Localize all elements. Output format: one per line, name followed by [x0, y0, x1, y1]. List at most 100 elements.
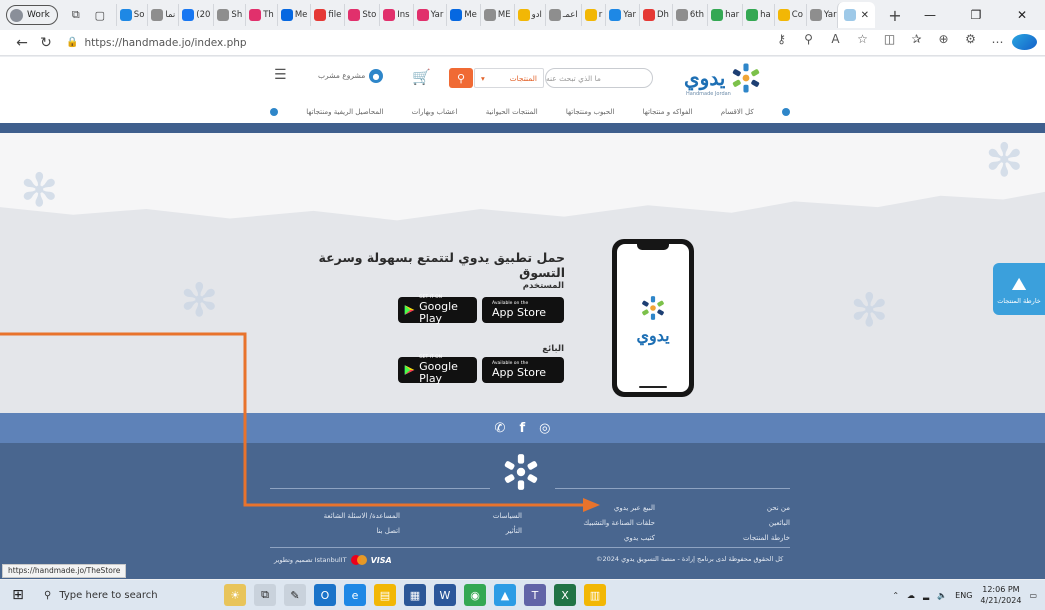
browser-tab[interactable]: har: [707, 4, 742, 26]
browser-tab[interactable]: Sh: [213, 4, 245, 26]
search-button[interactable]: ⚲: [449, 68, 473, 88]
tab-actions-icon[interactable]: ▢: [92, 9, 108, 22]
cloud-icon[interactable]: ☁: [907, 591, 915, 600]
footer-link[interactable]: السياسات: [460, 509, 522, 524]
nav-item[interactable]: الحبوب ومنتجاتها: [566, 108, 614, 116]
close-tab-icon[interactable]: ✕: [861, 10, 869, 21]
footer-link[interactable]: اتصل بنا: [290, 524, 400, 539]
footer-link[interactable]: حلقات الصناعة والتشبيك: [555, 516, 655, 531]
workspaces-icon[interactable]: ⧉: [68, 8, 84, 22]
nav-item[interactable]: الفواكه و منتجاتها: [643, 108, 693, 116]
browser-tab[interactable]: ha: [742, 4, 774, 26]
browser-tab[interactable]: (20: [178, 4, 213, 26]
favorites-icon[interactable]: ✰: [904, 32, 929, 53]
browser-tab[interactable]: Co: [773, 4, 806, 26]
key-icon[interactable]: ⚷: [769, 32, 794, 53]
seller-google-play-button[interactable]: GET IT ON Google Play: [398, 355, 477, 385]
clock[interactable]: 12:06 PM 4/21/2024: [980, 584, 1021, 606]
seller-app-store-button[interactable]: Available on the App Store: [482, 357, 564, 383]
word-icon[interactable]: W: [434, 584, 456, 606]
user-icon[interactable]: ●: [369, 69, 383, 83]
browser-tab[interactable]: Ins: [379, 4, 412, 26]
task-view-icon[interactable]: ⧉: [254, 584, 276, 606]
file-explorer-icon[interactable]: ▤: [374, 584, 396, 606]
instagram-icon[interactable]: ◎: [539, 421, 550, 436]
footer-link[interactable]: خارطة المنتجات: [700, 531, 790, 546]
cart-icon[interactable]: 🛒: [412, 68, 431, 86]
favorite-star-icon[interactable]: ☆: [850, 32, 875, 53]
taskbar-search[interactable]: ⚲ Type here to search: [44, 581, 194, 609]
browser-tab[interactable]: Yar: [805, 4, 837, 26]
profile-button[interactable]: Work: [6, 5, 58, 25]
product-map-tab[interactable]: ⛰ خارطة المنتجات: [993, 263, 1045, 315]
browser-tab[interactable]: file: [310, 4, 344, 26]
search-input[interactable]: ما الذي تبحث عنه: [545, 68, 653, 88]
footer-link[interactable]: البائعين: [700, 516, 790, 531]
browser-tab[interactable]: نما: [147, 4, 178, 26]
nav-item[interactable]: المنتجات الحيوانية: [486, 108, 538, 116]
lock-icon[interactable]: 🔒: [66, 37, 78, 48]
hamburger-menu-icon[interactable]: ☰: [274, 67, 287, 83]
url-field[interactable]: https://handmade.jo/index.php: [84, 37, 246, 49]
footer-link[interactable]: كتيب يدوي: [555, 531, 655, 546]
tab-active[interactable]: ✕: [836, 2, 875, 28]
footer-link[interactable]: التأثير: [460, 524, 522, 539]
new-tab-button[interactable]: +: [883, 6, 907, 25]
browser-tab[interactable]: Yar: [605, 4, 639, 26]
browser-tab[interactable]: ME: [479, 4, 514, 26]
edge-icon[interactable]: e: [344, 584, 366, 606]
category-select[interactable]: ▾ المنتجات: [474, 68, 544, 88]
browser-tab[interactable]: ادو: [513, 4, 545, 26]
site-logo[interactable]: يدوي Handmade Jordan: [684, 61, 763, 97]
more-icon[interactable]: …: [985, 32, 1010, 53]
widgets-icon[interactable]: ☀: [224, 584, 246, 606]
browser-tab[interactable]: Sto: [344, 4, 379, 26]
collections-icon[interactable]: ⊕: [931, 32, 956, 53]
photos-icon[interactable]: ▲: [494, 584, 516, 606]
notes-icon[interactable]: ✎: [284, 584, 306, 606]
nav-item[interactable]: المحاصيل الريفية ومنتجاتها: [306, 108, 383, 116]
restore-icon[interactable]: ❐: [953, 8, 999, 22]
footer-link[interactable]: المساعدة/ الاسئلة الشائعة: [290, 509, 400, 524]
outlook-icon[interactable]: O: [314, 584, 336, 606]
footer-link[interactable]: البيع عبر يدوي: [555, 501, 655, 516]
taskbar-search-input[interactable]: Type here to search: [59, 590, 157, 601]
minimize-icon[interactable]: —: [907, 8, 953, 22]
excel-icon[interactable]: X: [554, 584, 576, 606]
footer-link[interactable]: من نحن: [700, 501, 790, 516]
whatsapp-icon[interactable]: ✆: [495, 421, 506, 436]
user-google-play-button[interactable]: GET IT ON Google Play: [398, 295, 477, 325]
browser-tab[interactable]: Dh: [638, 4, 672, 26]
browser-tab[interactable]: So: [115, 4, 148, 26]
refresh-button[interactable]: ↻: [34, 35, 58, 51]
folder-icon[interactable]: ▥: [584, 584, 606, 606]
close-window-icon[interactable]: ✕: [999, 8, 1045, 22]
chevron-up-icon[interactable]: ⌃: [892, 591, 899, 600]
nav-scroll-left-icon[interactable]: [270, 108, 278, 116]
back-button[interactable]: ←: [10, 35, 34, 51]
browser-tab[interactable]: 6th: [671, 4, 707, 26]
read-aloud-icon[interactable]: A: [823, 32, 848, 53]
extensions-icon[interactable]: ⚙: [958, 32, 983, 53]
notifications-icon[interactable]: ▭: [1029, 591, 1037, 600]
browser-tab[interactable]: Yar: [412, 4, 447, 26]
volume-icon[interactable]: 🔈: [937, 591, 947, 600]
nav-scroll-right-icon[interactable]: [781, 108, 790, 116]
nav-item[interactable]: كل الاقسام: [721, 108, 754, 116]
teams-icon[interactable]: T: [524, 584, 546, 606]
language-indicator[interactable]: ENG: [955, 591, 972, 600]
split-screen-icon[interactable]: ◫: [877, 32, 902, 53]
user-app-store-button[interactable]: Available on the App Store: [482, 297, 564, 323]
chrome-icon[interactable]: ◉: [464, 584, 486, 606]
browser-tab[interactable]: Th: [245, 4, 277, 26]
user-account-link[interactable]: مشروع مشرب: [318, 71, 365, 80]
store-icon[interactable]: ▦: [404, 584, 426, 606]
browser-tab[interactable]: Me: [446, 4, 480, 26]
browser-tab[interactable]: اعمـ: [544, 4, 581, 26]
copilot-icon[interactable]: [1012, 32, 1037, 53]
windows-start-icon[interactable]: ⊞: [4, 587, 32, 603]
nav-item[interactable]: اعشاب وبهارات: [412, 108, 458, 116]
facebook-icon[interactable]: f: [519, 421, 525, 436]
network-icon[interactable]: ▂: [923, 591, 929, 600]
browser-tab[interactable]: Me: [276, 4, 311, 26]
